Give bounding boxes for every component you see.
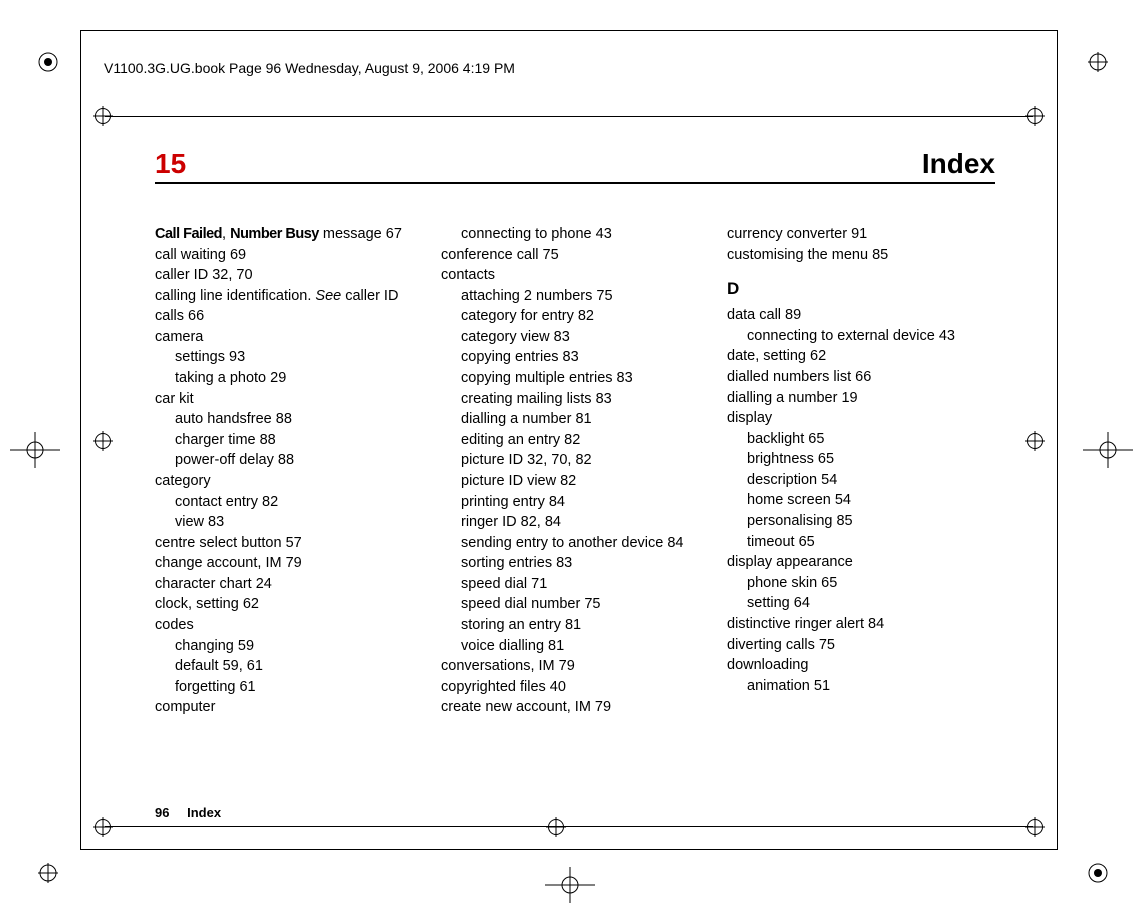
index-subentry: timeout 65 bbox=[727, 532, 995, 553]
index-subentry: category view 83 bbox=[441, 327, 709, 348]
index-subentry: copying entries 83 bbox=[441, 347, 709, 368]
index-subentry: ringer ID 82, 84 bbox=[441, 512, 709, 533]
index-subentry: personalising 85 bbox=[727, 511, 995, 532]
index-entry: downloading bbox=[727, 655, 995, 676]
index-entry: currency converter 91 bbox=[727, 224, 995, 245]
index-subentry: home screen 54 bbox=[727, 490, 995, 511]
crop-cross-icon bbox=[93, 817, 113, 837]
index-entry: Call Failed, Number Busy message 67 bbox=[155, 224, 423, 245]
index-subentry: setting 64 bbox=[727, 593, 995, 614]
crop-mark-top-left bbox=[36, 50, 60, 79]
index-entry: contacts bbox=[441, 265, 709, 286]
index-entry: dialled numbers list 66 bbox=[727, 367, 995, 388]
guide-line bbox=[105, 826, 1033, 827]
index-entry: codes bbox=[155, 615, 423, 636]
index-entry: create new account, IM 79 bbox=[441, 697, 709, 718]
index-subentry: changing 59 bbox=[155, 636, 423, 657]
index-subentry: printing entry 84 bbox=[441, 492, 709, 513]
chapter-title: Index bbox=[922, 148, 995, 180]
page-number: 96 bbox=[155, 805, 169, 820]
crop-cross-icon bbox=[1025, 431, 1045, 451]
crop-mark-bottom-right bbox=[1086, 861, 1110, 890]
reg-cross-right bbox=[1078, 430, 1138, 475]
index-entry: customising the menu 85 bbox=[727, 245, 995, 266]
index-entry: conference call 75 bbox=[441, 245, 709, 266]
index-entry: computer bbox=[155, 697, 423, 718]
index-entry: data call 89 bbox=[727, 305, 995, 326]
index-subentry: dialling a number 81 bbox=[441, 409, 709, 430]
index-entry: change account, IM 79 bbox=[155, 553, 423, 574]
index-subentry: description 54 bbox=[727, 470, 995, 491]
index-entry: calling line identification. See caller … bbox=[155, 286, 423, 307]
index-entry: clock, setting 62 bbox=[155, 594, 423, 615]
index-entry: dialling a number 19 bbox=[727, 388, 995, 409]
index-subentry: power-off delay 88 bbox=[155, 450, 423, 471]
index-entry: caller ID 32, 70 bbox=[155, 265, 423, 286]
index-subentry: default 59, 61 bbox=[155, 656, 423, 677]
index-letter-heading: D bbox=[727, 277, 995, 301]
index-subentry: auto handsfree 88 bbox=[155, 409, 423, 430]
index-entry: diverting calls 75 bbox=[727, 635, 995, 656]
index-subentry: view 83 bbox=[155, 512, 423, 533]
index-subentry: picture ID 32, 70, 82 bbox=[441, 450, 709, 471]
index-subentry: editing an entry 82 bbox=[441, 430, 709, 451]
index-subentry: picture ID view 82 bbox=[441, 471, 709, 492]
index-subentry: contact entry 82 bbox=[155, 492, 423, 513]
index-subentry: speed dial 71 bbox=[441, 574, 709, 595]
index-entry: distinctive ringer alert 84 bbox=[727, 614, 995, 635]
guide-line bbox=[105, 116, 1033, 117]
index-entry: camera bbox=[155, 327, 423, 348]
chapter-number: 15 bbox=[155, 148, 186, 180]
see-reference: See bbox=[315, 288, 341, 304]
index-entry: car kit bbox=[155, 389, 423, 410]
index-subentry: brightness 65 bbox=[727, 449, 995, 470]
index-entry: display appearance bbox=[727, 552, 995, 573]
document-header: V1100.3G.UG.book Page 96 Wednesday, Augu… bbox=[104, 60, 515, 76]
index-subentry: copying multiple entries 83 bbox=[441, 368, 709, 389]
index-column-3: currency converter 91 customising the me… bbox=[727, 224, 995, 718]
reg-cross-bottom bbox=[540, 865, 600, 910]
index-term-bold: Call Failed bbox=[155, 226, 222, 242]
index-subentry: animation 51 bbox=[727, 676, 995, 697]
index-entry: category bbox=[155, 471, 423, 492]
index-column-1: Call Failed, Number Busy message 67 call… bbox=[155, 224, 423, 718]
index-entry: date, setting 62 bbox=[727, 346, 995, 367]
index-entry: centre select button 57 bbox=[155, 533, 423, 554]
index-subentry: speed dial number 75 bbox=[441, 594, 709, 615]
index-entry: conversations, IM 79 bbox=[441, 656, 709, 677]
index-subentry: taking a photo 29 bbox=[155, 368, 423, 389]
index-subentry: sending entry to another device 84 bbox=[441, 533, 709, 554]
crop-cross-icon bbox=[546, 817, 566, 837]
index-term-bold: Number Busy bbox=[230, 226, 319, 242]
crop-cross-icon bbox=[1025, 817, 1045, 837]
crop-mark-top-right bbox=[1086, 50, 1110, 79]
page-footer: 96 Index bbox=[155, 805, 221, 820]
index-subentry: backlight 65 bbox=[727, 429, 995, 450]
index-subentry: settings 93 bbox=[155, 347, 423, 368]
index-subentry: creating mailing lists 83 bbox=[441, 389, 709, 410]
index-entry: character chart 24 bbox=[155, 574, 423, 595]
chapter-heading-row: 15 Index bbox=[155, 148, 995, 184]
index-subentry: category for entry 82 bbox=[441, 306, 709, 327]
index-subentry: forgetting 61 bbox=[155, 677, 423, 698]
index-column-2: connecting to phone 43 conference call 7… bbox=[441, 224, 709, 718]
index-subentry: connecting to external device 43 bbox=[727, 326, 995, 347]
index-subentry: voice dialling 81 bbox=[441, 636, 709, 657]
index-entry: calls 66 bbox=[155, 306, 423, 327]
index-entry: display bbox=[727, 408, 995, 429]
index-subentry: attaching 2 numbers 75 bbox=[441, 286, 709, 307]
index-subentry: sorting entries 83 bbox=[441, 553, 709, 574]
crop-mark-bottom-left bbox=[36, 861, 60, 890]
index-subentry: storing an entry 81 bbox=[441, 615, 709, 636]
index-subentry: phone skin 65 bbox=[727, 573, 995, 594]
footer-section-label: Index bbox=[187, 805, 221, 820]
index-entry: call waiting 69 bbox=[155, 245, 423, 266]
index-entry: copyrighted files 40 bbox=[441, 677, 709, 698]
index-subentry: charger time 88 bbox=[155, 430, 423, 451]
reg-cross-left bbox=[0, 430, 70, 475]
index-columns: Call Failed, Number Busy message 67 call… bbox=[155, 224, 995, 718]
crop-cross-icon bbox=[93, 431, 113, 451]
page-content: 15 Index Call Failed, Number Busy messag… bbox=[155, 148, 995, 718]
index-subentry: connecting to phone 43 bbox=[441, 224, 709, 245]
